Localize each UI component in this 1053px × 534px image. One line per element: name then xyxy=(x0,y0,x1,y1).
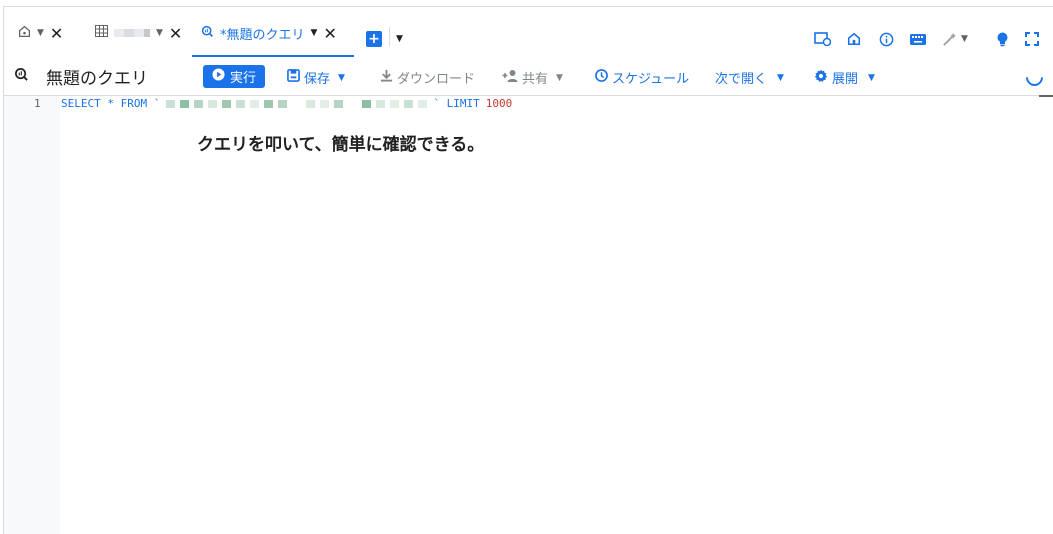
sql-limit-keyword: ` LIMIT xyxy=(433,97,480,110)
fullscreen-icon[interactable] xyxy=(1022,29,1042,49)
sql-editor-line[interactable]: SELECT * FROM ` ` LIMIT 1000 xyxy=(61,97,512,110)
tab-untitled-query[interactable]: *無題のクエリ ▼ ✕ xyxy=(201,21,337,45)
sql-select-text: SELECT * FROM ` xyxy=(61,97,161,110)
download-button[interactable]: ダウンロード xyxy=(380,68,475,87)
download-icon xyxy=(380,69,393,86)
save-button-label: 保存 xyxy=(304,72,331,87)
chevron-down-icon: ▼ xyxy=(777,72,784,83)
schedule-button-label: スケジュール xyxy=(612,72,690,87)
chevron-down-icon[interactable]: ▼ xyxy=(156,28,163,38)
table-icon xyxy=(95,25,108,41)
save-icon xyxy=(287,69,300,86)
close-icon[interactable]: ✕ xyxy=(50,24,63,43)
run-button-label: 実行 xyxy=(229,71,256,86)
add-person-icon xyxy=(502,69,518,86)
save-button[interactable]: 保存 ▼ xyxy=(287,68,345,87)
page-title: 無題のクエリ xyxy=(46,69,148,89)
open-with-button[interactable]: 次で開く ▼ xyxy=(715,68,784,87)
add-tab-icon[interactable]: + xyxy=(366,31,382,47)
tab-home[interactable]: ▼ ✕ xyxy=(18,21,63,45)
chevron-down-icon: ▼ xyxy=(556,72,563,83)
query-icon xyxy=(201,25,214,42)
query-toolbar: 無題のクエリ 実行 保存 ▼ ダウンロード 共有 ▼ スケジュール 次で開く ▼… xyxy=(4,57,1053,96)
home-icon xyxy=(18,25,31,42)
schedule-window-icon[interactable] xyxy=(812,29,832,49)
query-icon xyxy=(14,67,29,86)
gear-icon xyxy=(814,69,828,87)
tab-bar: ▼ ✕ ▼ ✕ *無題のクエリ ▼ ✕ + ▼ ▼ xyxy=(4,7,1053,57)
home-icon[interactable] xyxy=(844,29,864,49)
chevron-down-icon[interactable]: ▼ xyxy=(37,28,44,38)
clock-icon xyxy=(595,69,608,86)
magic-wand-icon[interactable]: ▼ xyxy=(942,29,974,49)
lightbulb-icon[interactable] xyxy=(992,29,1012,49)
tab-table[interactable]: ▼ ✕ xyxy=(95,21,182,45)
window-frame: ▼ ✕ ▼ ✕ *無題のクエリ ▼ ✕ + ▼ ▼ 無題のクエリ 実行 保存 ▼… xyxy=(3,6,1053,534)
scrollbar[interactable] xyxy=(1039,95,1053,97)
schedule-button[interactable]: スケジュール xyxy=(595,68,689,87)
play-icon xyxy=(212,68,225,85)
loading-spinner-icon xyxy=(1022,65,1047,90)
expand-button-label: 展開 xyxy=(832,72,859,87)
tab-label: *無題のクエリ xyxy=(220,27,305,43)
sql-limit-value: 1000 xyxy=(485,97,513,110)
info-icon[interactable] xyxy=(876,29,896,49)
close-icon[interactable]: ✕ xyxy=(323,24,336,43)
expand-button[interactable]: 展開 ▼ xyxy=(814,68,875,87)
share-button-label: 共有 xyxy=(522,72,549,87)
chevron-down-icon: ▼ xyxy=(338,72,345,83)
divider xyxy=(389,27,390,47)
editor-gutter xyxy=(4,96,60,534)
close-icon[interactable]: ✕ xyxy=(169,24,182,43)
download-button-label: ダウンロード xyxy=(397,72,476,87)
chevron-down-icon[interactable]: ▼ xyxy=(311,28,318,38)
redacted-table-name xyxy=(166,99,428,108)
keyboard-icon[interactable] xyxy=(908,29,928,49)
share-button[interactable]: 共有 ▼ xyxy=(502,68,563,87)
chevron-down-icon[interactable]: ▼ xyxy=(396,34,403,44)
chevron-down-icon: ▼ xyxy=(868,72,875,83)
annotation-caption: クエリを叩いて、簡単に確認できる。 xyxy=(197,135,485,155)
run-button[interactable]: 実行 xyxy=(203,65,265,88)
redacted-tab-label xyxy=(114,29,150,37)
line-number: 1 xyxy=(34,97,41,110)
open-with-button-label: 次で開く xyxy=(715,72,768,87)
